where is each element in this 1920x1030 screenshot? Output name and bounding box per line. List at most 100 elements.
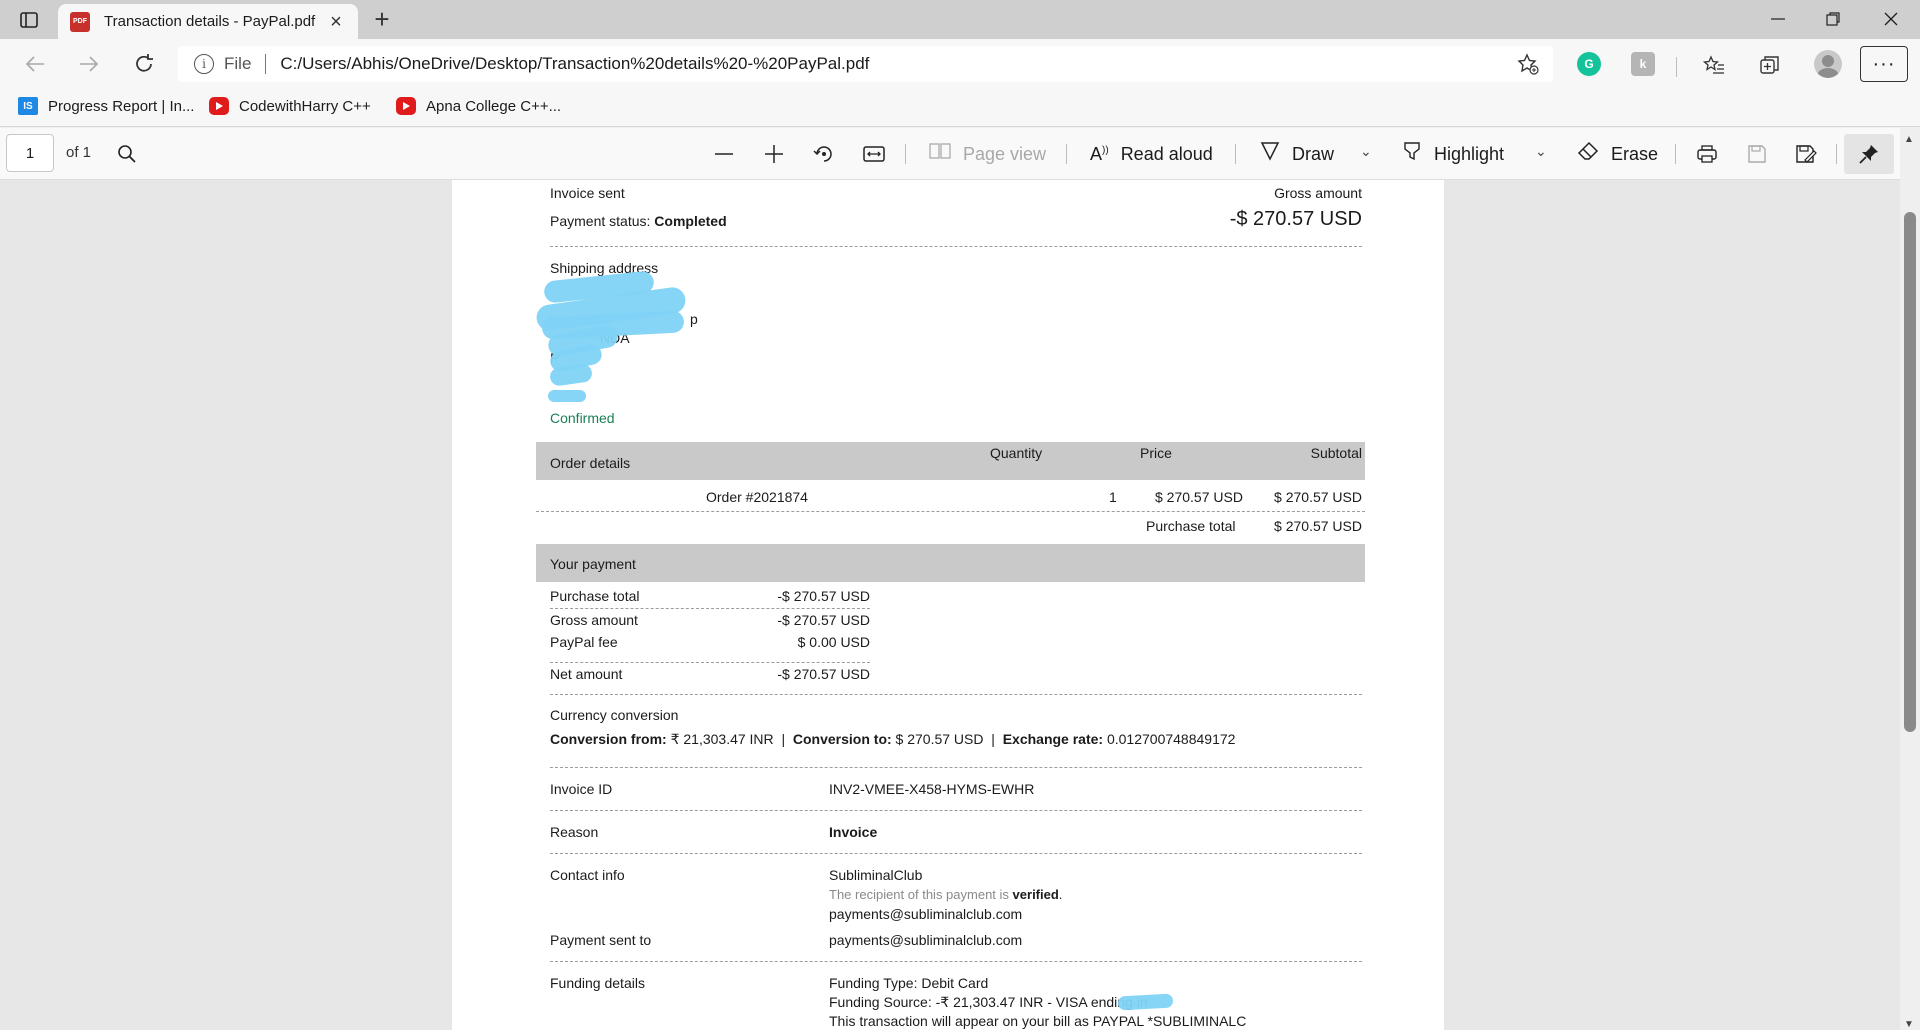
address-bar[interactable]: i File C:/Users/Abhis/OneDrive/Desktop/T…	[178, 46, 1553, 82]
browser-tab[interactable]: PDF Transaction details - PayPal.pdf ×	[58, 4, 358, 39]
youtube-icon	[209, 97, 229, 115]
divider	[550, 662, 870, 663]
divider	[550, 961, 1362, 962]
conversion-to-label: Conversion to:	[792, 731, 892, 747]
funding-type: Funding Type: Debit Card	[829, 975, 989, 991]
toolbar-separator	[905, 144, 906, 164]
settings-more-button[interactable]: ···	[1860, 46, 1908, 82]
payment-row-value: -$ 270.57 USD	[777, 666, 870, 682]
redaction-mark	[1117, 993, 1174, 1011]
forward-button[interactable]	[74, 49, 104, 79]
save-icon[interactable]	[1744, 141, 1770, 167]
pdf-file-icon: PDF	[70, 11, 90, 32]
favorite-apna-college[interactable]: Apna College C++...	[396, 97, 561, 115]
address-scheme: File	[224, 54, 252, 73]
draw-button[interactable]: Draw	[1260, 141, 1334, 167]
col-quantity: Quantity	[990, 445, 1043, 461]
conversion-to-value: $ 270.57 USD	[895, 731, 984, 747]
print-icon[interactable]	[1694, 141, 1720, 167]
back-button[interactable]	[20, 49, 50, 79]
save-as-icon[interactable]	[1793, 141, 1819, 167]
pin-toolbar-icon[interactable]	[1844, 134, 1894, 174]
order-details-header	[536, 442, 1365, 480]
read-aloud-button[interactable]: A)) Read aloud	[1090, 141, 1213, 167]
close-window-button[interactable]	[1871, 4, 1911, 34]
collections-icon[interactable]	[1756, 51, 1784, 79]
invoice-id-value: INV2-VMEE-X458-HYMS-EWHR	[829, 781, 1035, 797]
payment-row-value: $ 0.00 USD	[797, 634, 870, 650]
order-item: Order #2021874	[706, 489, 808, 505]
highlight-button[interactable]: Highlight	[1402, 141, 1504, 167]
grammarly-extension-icon[interactable]: G	[1577, 52, 1601, 76]
invoice-id-label: Invoice ID	[550, 781, 613, 797]
youtube-icon	[396, 97, 416, 115]
vertical-scrollbar[interactable]: ▲ ▼	[1900, 128, 1920, 1030]
reload-button[interactable]	[129, 49, 159, 79]
purchase-total-value: $ 270.57 USD	[1274, 518, 1362, 534]
draw-options-chevron-icon[interactable]: ⌄	[1360, 143, 1372, 160]
minimize-button[interactable]	[1758, 4, 1798, 34]
verified-text: The recipient of this payment is	[829, 887, 1009, 902]
favorite-label: Progress Report | In...	[48, 97, 195, 115]
divider	[550, 246, 1362, 247]
exchange-rate-value: 0.012700748849172	[1106, 731, 1236, 747]
draw-label: Draw	[1292, 143, 1335, 164]
pdf-page: Invoice sent Gross amount Payment status…	[452, 180, 1444, 1030]
conversion-from-value: ₹ 21,303.47 INR	[670, 731, 774, 747]
shipping-address-line: p	[690, 311, 698, 327]
address-url[interactable]: C:/Users/Abhis/OneDrive/Desktop/Transact…	[280, 54, 869, 74]
zoom-in-icon[interactable]	[761, 141, 787, 167]
order-price: $ 270.57 USD	[1155, 489, 1243, 505]
add-favorite-icon[interactable]	[1517, 53, 1539, 75]
erase-button[interactable]: Erase	[1577, 141, 1658, 167]
pdf-viewer[interactable]: Invoice sent Gross amount Payment status…	[0, 180, 1900, 1030]
your-payment-title: Your payment	[550, 556, 636, 572]
currency-conversion-details: Conversion from: ₹ 21,303.47 INR | Conve…	[550, 731, 1235, 748]
eraser-icon	[1577, 141, 1599, 167]
search-icon[interactable]	[114, 141, 140, 167]
info-icon[interactable]: i	[194, 54, 214, 74]
scroll-up-icon[interactable]: ▲	[1904, 134, 1914, 145]
rotate-icon[interactable]	[811, 141, 837, 167]
page-view-button[interactable]: Page view	[929, 141, 1046, 167]
funding-details-label: Funding details	[550, 975, 645, 991]
payment-status-label: Payment status:	[550, 213, 651, 229]
fit-to-width-icon[interactable]	[861, 141, 887, 167]
scroll-thumb[interactable]	[1904, 212, 1916, 732]
contact-email: payments@subliminalclub.com	[829, 906, 1023, 922]
toolbar-separator	[1836, 144, 1837, 164]
zoom-out-icon[interactable]	[711, 141, 737, 167]
contact-name: SubliminalClub	[829, 867, 923, 883]
favorites-bar: IS Progress Report | In... CodewithHarry…	[0, 89, 1920, 127]
read-aloud-icon: A))	[1090, 143, 1109, 164]
new-tab-button[interactable]: +	[368, 6, 396, 34]
favorite-codewithharry[interactable]: CodewithHarry C++	[209, 97, 371, 115]
read-aloud-label: Read aloud	[1120, 143, 1213, 164]
payment-row-label: Gross amount	[550, 612, 638, 628]
page-content: Invoice sent Gross amount Payment status…	[520, 180, 1378, 1030]
favorites-icon[interactable]	[1700, 51, 1728, 79]
tab-actions-icon[interactable]	[14, 8, 44, 32]
scroll-down-icon[interactable]: ▼	[1904, 1019, 1914, 1030]
tab-close-icon[interactable]: ×	[326, 12, 346, 32]
separator: |	[781, 731, 786, 747]
page-number-input[interactable]: 1	[6, 134, 54, 172]
page-count: of 1	[66, 144, 92, 161]
highlight-options-chevron-icon[interactable]: ⌄	[1535, 143, 1547, 160]
profile-avatar[interactable]	[1814, 50, 1842, 78]
highlight-icon	[1402, 141, 1422, 167]
navigation-bar: i File C:/Users/Abhis/OneDrive/Desktop/T…	[0, 39, 1920, 89]
redaction-mark	[548, 390, 586, 402]
exchange-rate-label: Exchange rate:	[1002, 731, 1104, 747]
separator: |	[991, 731, 995, 747]
restore-button[interactable]	[1813, 4, 1853, 34]
conversion-from-label: Conversion from:	[550, 731, 667, 747]
payment-row-value: -$ 270.57 USD	[777, 588, 870, 604]
purchase-total-label: Purchase total	[1146, 518, 1236, 534]
extension-k-icon[interactable]: k	[1631, 52, 1655, 76]
your-payment-header	[536, 544, 1365, 582]
favorite-progress-report[interactable]: IS Progress Report | In...	[18, 97, 194, 115]
payment-row-label: Purchase total	[550, 588, 640, 604]
contact-info-label: Contact info	[550, 867, 625, 883]
payment-status: Payment status: Completed	[550, 213, 727, 229]
